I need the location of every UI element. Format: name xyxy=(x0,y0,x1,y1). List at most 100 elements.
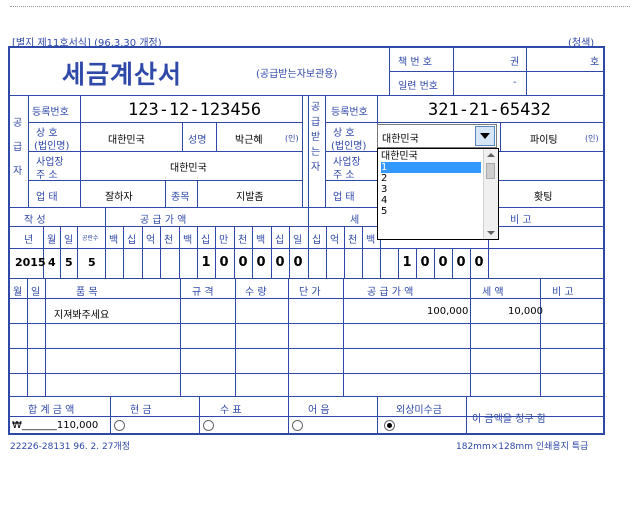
unit-divider xyxy=(215,226,216,278)
cash-radio[interactable] xyxy=(114,420,125,431)
tax-digit: 1 xyxy=(402,255,412,270)
col-month: 월 xyxy=(47,235,57,246)
supply-amount-header: 공 급 가 액 xyxy=(140,215,187,226)
issue-month: 4 xyxy=(48,256,56,269)
receiver-name-option[interactable]: 2 xyxy=(381,173,481,184)
scroll-up-icon[interactable] xyxy=(487,153,495,157)
supplier-type-label: 업 태 xyxy=(36,192,58,203)
note-header: 비 고 xyxy=(510,215,532,226)
unit-divider xyxy=(160,226,161,278)
tax-header: 세 xyxy=(350,215,360,226)
issue-year: 2015 xyxy=(15,256,46,269)
items-col-tax: 세 액 xyxy=(482,287,504,298)
supplier-addr-label-2: 주 소 xyxy=(36,170,58,181)
check-radio[interactable] xyxy=(203,420,214,431)
receiver-seal: (인) xyxy=(585,134,599,143)
items-col-day: 일 xyxy=(31,287,41,298)
tax-unit-label: 억 xyxy=(330,235,340,246)
unit-divider xyxy=(252,226,253,278)
supplier-name: 대한민국 xyxy=(108,135,145,146)
tax-unit-divider xyxy=(362,226,363,278)
book-number-label: 책 번 호 xyxy=(398,57,432,68)
tax-digit-divider xyxy=(416,248,417,278)
credit-radio[interactable] xyxy=(384,420,395,431)
supply-digit: 0 xyxy=(238,255,248,270)
cash-label: 현 금 xyxy=(130,405,152,416)
footer-right: 182mm×128mm 인쇄용지 특급 xyxy=(456,442,589,452)
supplier-reg-label: 등록번호 xyxy=(32,107,69,118)
items-col-price: 단 가 xyxy=(299,287,321,298)
scroll-thumb[interactable] xyxy=(486,163,495,179)
tax-digit: 0 xyxy=(456,255,466,270)
tax-unit-label: 십 xyxy=(312,235,322,246)
unit-label: 백 xyxy=(109,235,119,246)
receiver-name-option[interactable]: 3 xyxy=(381,184,481,195)
chevron-down-icon[interactable] xyxy=(475,126,495,146)
claim-text: 이 금액을 청구 함 xyxy=(472,414,546,425)
items-col-note: 비 고 xyxy=(552,287,574,298)
receiver-name-option[interactable]: 4 xyxy=(381,195,481,206)
date-header: 작 성 xyxy=(24,215,46,226)
credit-label: 외상미수금 xyxy=(396,405,442,416)
unit-label: 십 xyxy=(127,235,137,246)
receiver-addr-label-2: 주 소 xyxy=(333,170,355,181)
supplier-rep-name: 박근혜 xyxy=(235,135,263,146)
item-row-1-supply: 100,000 xyxy=(427,306,469,317)
items-col-month: 월 xyxy=(13,287,23,298)
receiver-name-label-2: (법인명) xyxy=(331,141,367,152)
supplier-business-item: 지발좀 xyxy=(236,192,264,203)
tax-digit: 0 xyxy=(420,255,430,270)
receiver-business-item: 홧팅 xyxy=(534,192,553,203)
supplier-item-label: 종목 xyxy=(171,192,190,203)
note-bill-radio[interactable] xyxy=(292,420,303,431)
unit-label: 십 xyxy=(275,235,285,246)
unit-divider xyxy=(123,226,124,278)
tax-digit-divider xyxy=(452,248,453,278)
tax-digit: 0 xyxy=(474,255,484,270)
receiver-name-option[interactable]: 5 xyxy=(381,206,481,217)
unit-divider xyxy=(142,226,143,278)
unit-label: 만 xyxy=(219,235,229,246)
supplier-business-type: 잘하자 xyxy=(105,192,133,203)
supplier-side-label: 공급자 xyxy=(13,118,23,177)
item-row-1-tax: 10,000 xyxy=(508,306,543,317)
supply-digit: 0 xyxy=(256,255,266,270)
page-title: 세금계산서 xyxy=(62,60,183,89)
footer-left: 22226-28131 96. 2. 27개정 xyxy=(10,442,131,452)
supply-digit: 1 xyxy=(201,255,211,270)
unit-label: 백 xyxy=(256,235,266,246)
unit-divider xyxy=(289,226,290,278)
supply-digit: 0 xyxy=(293,255,303,270)
total-amount: ₩_______110,000 xyxy=(12,420,99,431)
tax-unit-divider xyxy=(344,226,345,278)
page-subtitle: (공급받는자보관용) xyxy=(256,69,338,80)
tax-digit-divider xyxy=(398,248,399,278)
item-row-1-name: 지져봐주세요 xyxy=(54,310,110,321)
unit-label: 억 xyxy=(146,235,156,246)
tax-digit: 0 xyxy=(438,255,448,270)
receiver-name-options[interactable]: 대한민국 1 2 3 4 5 xyxy=(377,148,499,240)
blank-count: 5 xyxy=(88,256,96,269)
items-col-qty: 수 량 xyxy=(245,287,267,298)
serial-separator: - xyxy=(513,77,517,88)
tax-unit-label: 천 xyxy=(348,235,358,246)
unit-label: 일 xyxy=(293,235,303,246)
receiver-name-select[interactable]: 대한민국 xyxy=(377,124,497,148)
serial-number-label: 일련 번호 xyxy=(398,81,438,92)
book-no-label: 호 xyxy=(590,57,600,68)
supplier-seal: (인) xyxy=(285,134,299,143)
items-col-name: 품 목 xyxy=(76,287,98,298)
col-year: 년 xyxy=(24,235,34,246)
col-day: 일 xyxy=(64,235,74,246)
receiver-type-label: 업 태 xyxy=(333,192,355,203)
unit-divider xyxy=(271,226,272,278)
supplier-name-label-2: (법인명) xyxy=(34,141,70,152)
receiver-name-option[interactable]: 대한민국 xyxy=(381,151,481,162)
scroll-down-icon[interactable] xyxy=(487,231,495,235)
unit-label: 십 xyxy=(201,235,211,246)
options-scrollbar[interactable] xyxy=(483,149,498,239)
items-col-spec: 규 격 xyxy=(192,287,214,298)
issue-day: 5 xyxy=(65,256,73,269)
receiver-name-option[interactable]: 1 xyxy=(381,162,481,173)
receiver-reg-number: 321-21-65432 xyxy=(428,100,551,120)
